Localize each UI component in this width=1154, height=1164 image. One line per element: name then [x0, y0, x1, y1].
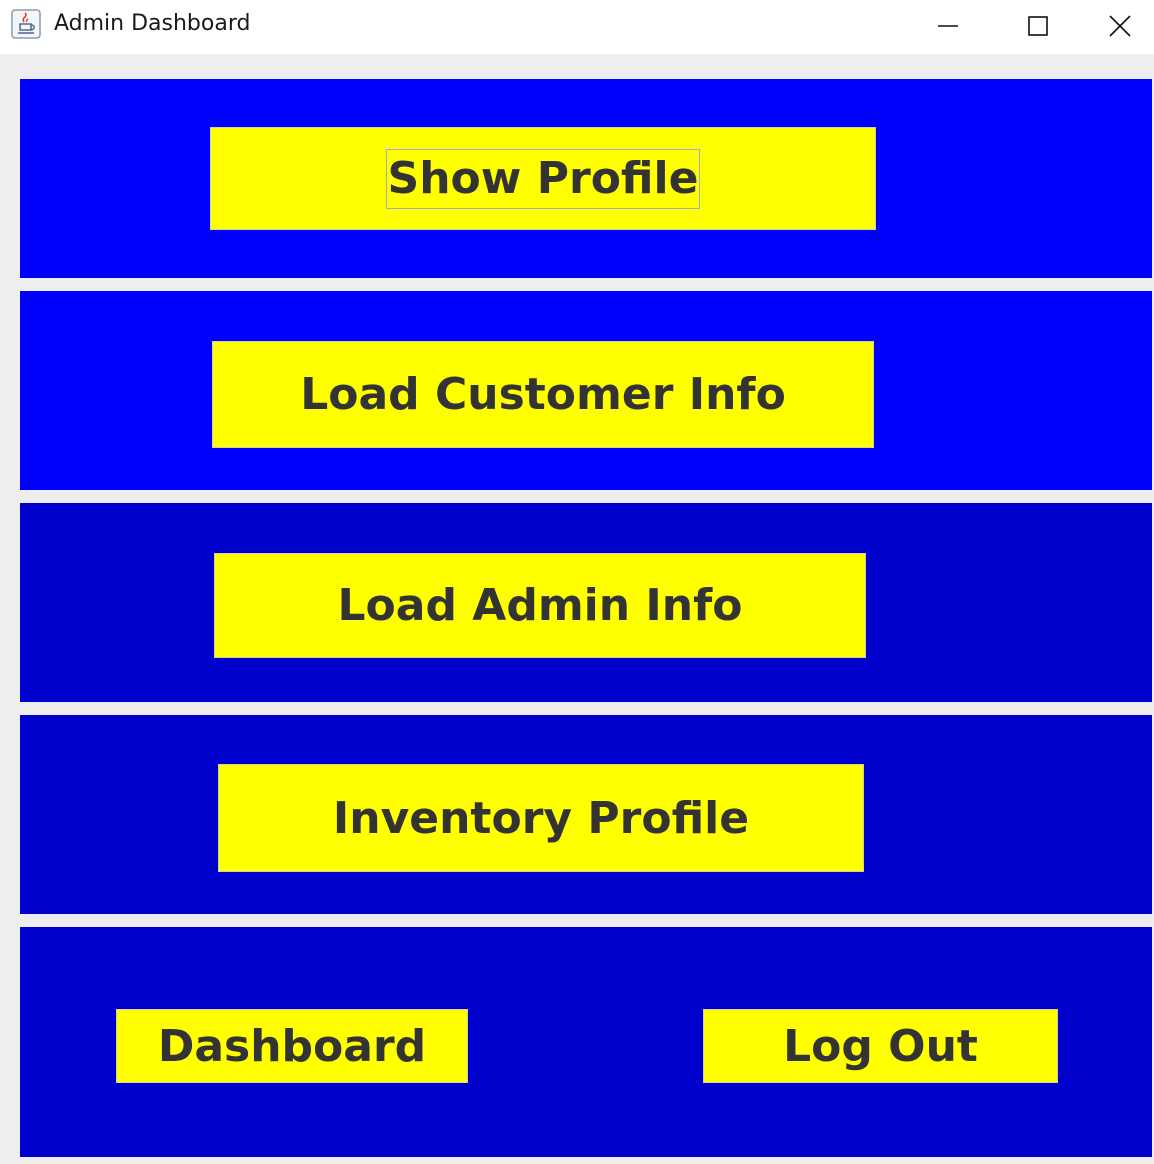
- load-customer-info-label: Load Customer Info: [300, 369, 786, 420]
- log-out-button[interactable]: Log Out: [703, 1009, 1058, 1083]
- close-button[interactable]: [1086, 0, 1154, 52]
- show-profile-label: Show Profile: [385, 148, 701, 209]
- dashboard-label: Dashboard: [157, 1020, 427, 1072]
- inventory-profile-label: Inventory Profile: [332, 792, 750, 844]
- close-icon: [1109, 15, 1131, 37]
- java-icon: [11, 9, 41, 39]
- log-out-label: Log Out: [783, 1020, 978, 1072]
- minimize-icon: [938, 25, 958, 27]
- title-bar[interactable]: Admin Dashboard: [0, 0, 1154, 52]
- load-customer-info-button[interactable]: Load Customer Info: [212, 341, 874, 448]
- dashboard-button[interactable]: Dashboard: [116, 1009, 468, 1083]
- maximize-button[interactable]: [994, 0, 1082, 52]
- maximize-icon: [1028, 16, 1048, 36]
- load-admin-info-button[interactable]: Load Admin Info: [214, 553, 866, 658]
- minimize-button[interactable]: [904, 0, 992, 52]
- window-title: Admin Dashboard: [54, 11, 251, 36]
- load-admin-info-label: Load Admin Info: [337, 580, 743, 631]
- show-profile-button[interactable]: Show Profile: [210, 127, 876, 230]
- inventory-profile-button[interactable]: Inventory Profile: [218, 764, 864, 872]
